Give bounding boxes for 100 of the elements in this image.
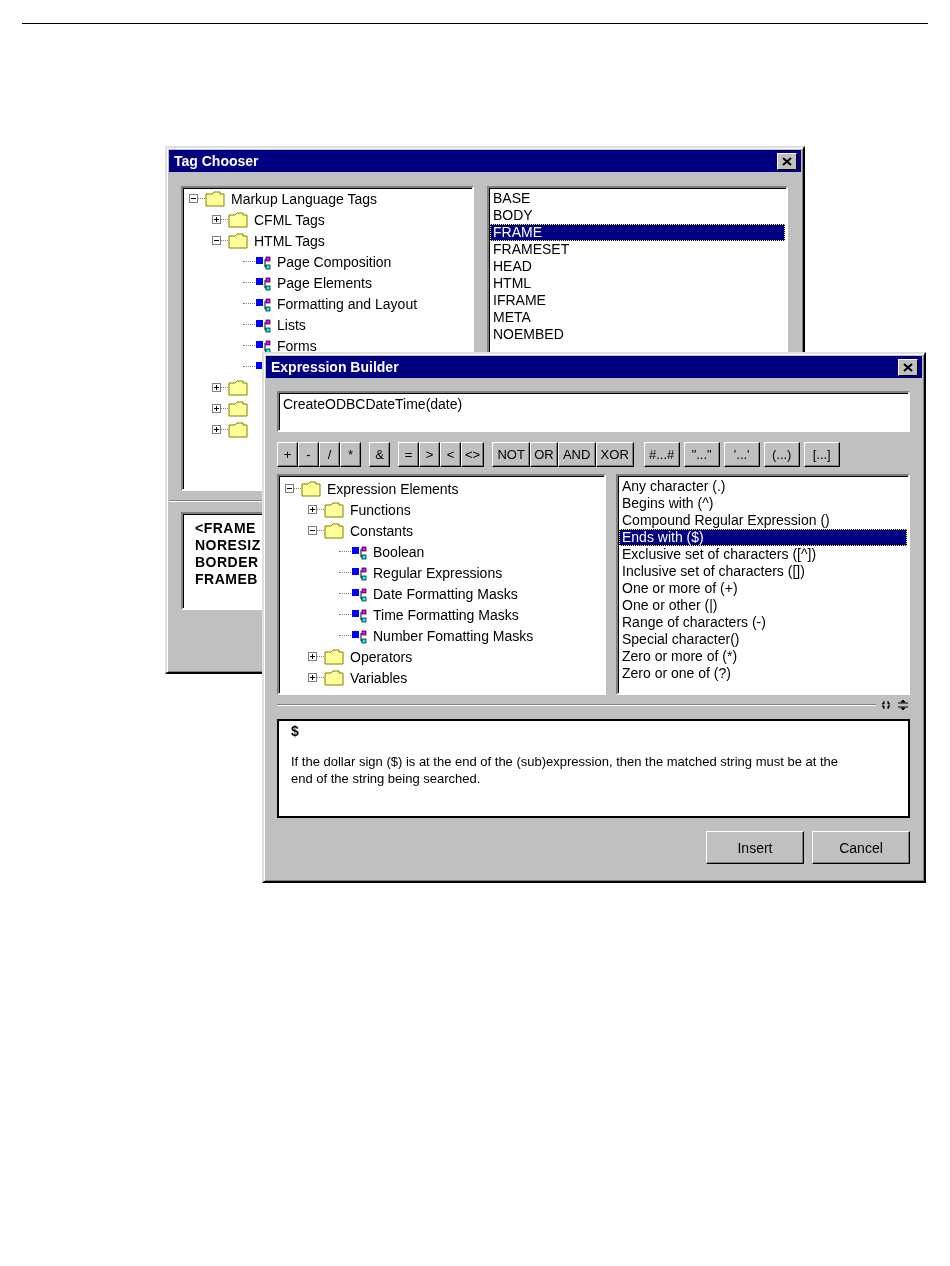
expander-icon[interactable] [308,505,317,514]
expander-icon[interactable] [212,215,221,224]
code-line: NORESIZ [195,537,261,554]
expander-icon[interactable] [285,484,294,493]
node-icon [351,543,367,560]
tree-item[interactable]: Date Formatting Masks [373,585,518,602]
tree-item[interactable]: HTML Tags [254,232,325,249]
tree-item[interactable]: Variables [350,669,408,686]
folder-icon [228,400,248,417]
tree-item[interactable]: Number Fomatting Masks [373,627,534,644]
close-icon [903,362,913,372]
tree-item[interactable]: Boolean [373,543,425,560]
tree-item[interactable]: Forms [277,337,317,354]
close-button[interactable] [898,358,918,376]
operator-button[interactable]: = [398,442,419,467]
list-item[interactable]: Zero or more of (*) [619,648,907,665]
operator-button[interactable]: < [440,442,461,467]
folder-icon [324,669,344,686]
list-item[interactable]: NOEMBED [490,326,785,343]
list-item[interactable]: Range of characters (-) [619,614,907,631]
tree-item[interactable]: Lists [277,316,306,333]
node-icon [351,606,367,623]
code-line: <FRAME [195,520,256,537]
folder-icon [228,232,248,249]
tree-item[interactable]: Operators [350,648,413,665]
list-item[interactable]: IFRAME [490,292,785,309]
list-item[interactable]: One or more of (+) [619,580,907,597]
operator-button[interactable]: + [277,442,298,467]
list-item[interactable]: Exclusive set of characters ([^]) [619,546,907,563]
list-item[interactable]: Zero or one of (?) [619,665,907,682]
list-item[interactable]: Any character (.) [619,478,907,495]
window-title: Tag Chooser [174,153,259,169]
list-item[interactable]: Begins with (^) [619,495,907,512]
list-item[interactable]: META [490,309,785,326]
expander-icon[interactable] [189,194,198,203]
expander-icon[interactable] [212,383,221,392]
operator-button[interactable]: & [369,442,390,467]
tree-item[interactable]: Page Composition [277,253,392,270]
description-text: If the dollar sign ($) is at the end of the (sub)expression, then the matched string must be at the end of the string being searched. [291,753,840,787]
list-item[interactable]: One or other (|) [619,597,907,614]
operator-button[interactable]: > [419,442,440,467]
folder-icon [324,522,344,539]
expander-icon[interactable] [212,425,221,434]
tree-item[interactable]: Time Formatting Masks [373,606,519,623]
list-item[interactable]: Compound Regular Expression () [619,512,907,529]
dialog-button[interactable]: Insert [706,831,804,864]
splitter-icon[interactable] [882,700,910,710]
dialog-button[interactable]: Cancel [812,831,910,864]
expander-icon[interactable] [212,236,221,245]
operator-button[interactable]: - [298,442,319,467]
operator-button[interactable]: * [340,442,361,467]
list-item[interactable]: FRAME [490,224,785,241]
expander-icon[interactable] [308,652,317,661]
tree-item[interactable]: CFML Tags [254,211,325,228]
literal-button[interactable]: #...# [643,442,680,467]
operator-button[interactable]: OR [530,442,558,467]
operator-button[interactable]: XOR [595,442,634,467]
list-item[interactable]: FRAMESET [490,241,785,258]
expander-icon[interactable] [308,526,317,535]
literal-button[interactable]: '...' [723,442,760,467]
expander-icon[interactable] [308,673,317,682]
tree-item[interactable]: Page Elements [277,274,372,291]
literal-button[interactable]: [...] [803,442,840,467]
folder-icon [228,421,248,438]
node-icon [351,564,367,581]
folder-icon [228,379,248,396]
node-icon [351,627,367,644]
expander-icon[interactable] [212,404,221,413]
operator-button[interactable]: AND [557,442,596,467]
tree-item[interactable]: Markup Language Tags [231,190,378,207]
list-item[interactable]: BODY [490,207,785,224]
node-icon [255,316,271,333]
close-icon [782,156,792,166]
tree-item[interactable]: Regular Expressions [373,564,503,581]
expression-field[interactable]: CreateODBCDateTime(date) [277,391,910,432]
tree-item[interactable]: Formatting and Layout [277,295,418,312]
folder-icon [228,211,248,228]
list-item[interactable]: BASE [490,190,785,207]
node-icon [255,274,271,291]
operator-button[interactable]: <> [461,442,485,467]
folder-icon [324,648,344,665]
window-title: Expression Builder [271,359,399,375]
list-item[interactable]: Inclusive set of characters ([]) [619,563,907,580]
literal-button[interactable]: "..." [683,442,720,467]
list-item[interactable]: Ends with ($) [619,529,907,546]
list-item[interactable]: HTML [490,275,785,292]
close-button[interactable] [777,152,797,170]
literal-button[interactable]: (...) [763,442,800,467]
folder-icon [205,190,225,207]
tree-item[interactable]: Functions [350,501,411,518]
tree-item[interactable]: Constants [350,522,414,539]
list-item[interactable]: HEAD [490,258,785,275]
folder-icon [301,480,321,497]
tree-item[interactable]: Expression Elements [327,480,459,497]
node-icon [255,253,271,270]
code-line: BORDER [195,554,259,571]
list-item[interactable]: Special character() [619,631,907,648]
operator-button[interactable]: NOT [492,442,531,467]
node-icon [255,295,271,312]
operator-button[interactable]: / [319,442,340,467]
